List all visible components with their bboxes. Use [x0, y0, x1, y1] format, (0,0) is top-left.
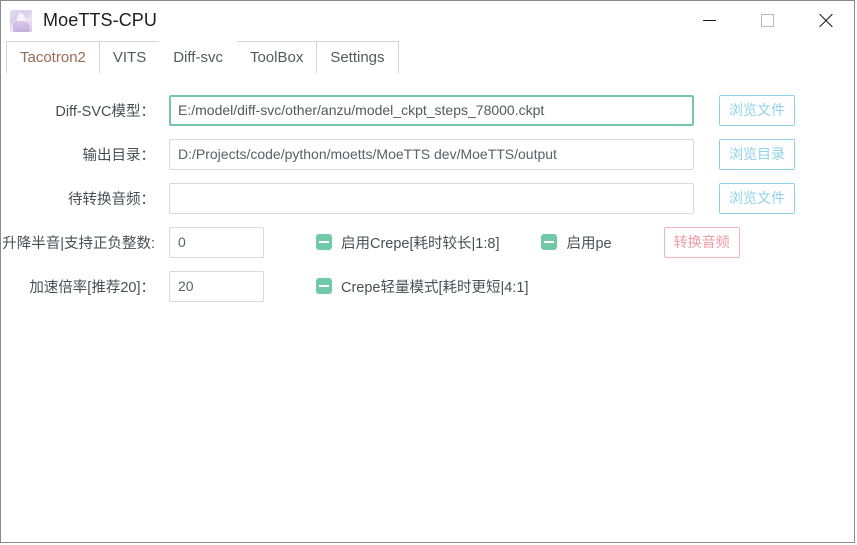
- form-row-output: 输出目录： 浏览目录: [1, 137, 854, 171]
- tab-toolbox[interactable]: ToolBox: [235, 41, 318, 73]
- form-row-audio: 待转换音频： 浏览文件: [1, 181, 854, 215]
- checkbox-indeterminate-icon: [316, 234, 332, 250]
- audio-path-input[interactable]: [169, 182, 694, 214]
- audio-input-label: 待转换音频：: [68, 191, 155, 208]
- tab-bar: Tacotron2 VITS Diff-svc ToolBox Settings: [1, 40, 854, 73]
- app-avatar-icon: [10, 9, 32, 32]
- checkbox-crepe-lite-mode-label: Crepe轻量模式[耗时更短|4:1]: [341, 279, 529, 296]
- model-path-label: Diff-SVC模型：: [55, 103, 155, 120]
- form-row-model: Diff-SVC模型： 浏览文件: [1, 93, 854, 127]
- maximize-icon: [760, 14, 774, 27]
- browse-model-button[interactable]: 浏览文件: [719, 94, 795, 126]
- tab-settings[interactable]: Settings: [316, 41, 399, 73]
- checkbox-indeterminate-icon: [541, 234, 558, 250]
- convert-audio-button[interactable]: 转换音频: [663, 226, 740, 258]
- maximize-button[interactable]: [738, 1, 796, 40]
- form-row-pitch: 升降半音|支持正负整数: 启用Crepe[耗时较长|1:8] 启用pe 转换音频: [1, 225, 854, 259]
- diff-svc-panel: Diff-SVC模型： 浏览文件 输出目录： 浏览目录 待转换音频： 浏览文件 …: [1, 73, 854, 542]
- close-icon: [817, 12, 834, 29]
- checkbox-crepe-lite-mode[interactable]: Crepe轻量模式[耗时更短|4:1]: [316, 276, 528, 297]
- checkbox-group-row2: Crepe轻量模式[耗时更短|4:1]: [316, 276, 528, 297]
- tab-tacotron2[interactable]: Tacotron2: [6, 41, 100, 73]
- checkbox-indeterminate-icon: [316, 278, 332, 294]
- pitch-shift-label: 升降半音|支持正负整数:: [2, 235, 155, 252]
- tab-diff-svc[interactable]: Diff-svc: [159, 41, 237, 73]
- checkbox-enable-pe-label: 启用pe: [566, 235, 612, 252]
- form-row-speedup: 加速倍率[推荐20]： Crepe轻量模式[耗时更短|4:1]: [1, 269, 854, 303]
- checkbox-enable-crepe-label: 启用Crepe[耗时较长|1:8]: [341, 235, 500, 252]
- checkbox-enable-crepe[interactable]: 启用Crepe[耗时较长|1:8]: [316, 232, 499, 253]
- window-controls: [680, 1, 854, 40]
- minimize-icon: [702, 20, 716, 21]
- minimize-button[interactable]: [680, 1, 738, 40]
- speedup-ratio-input[interactable]: [169, 270, 264, 302]
- browse-audio-button[interactable]: 浏览文件: [719, 182, 795, 214]
- app-window: MoeTTS-CPU Tacotron2 VITS Diff-svc ToolB…: [0, 0, 855, 543]
- checkbox-enable-pe[interactable]: 启用pe: [541, 232, 612, 253]
- speedup-ratio-label: 加速倍率[推荐20]：: [29, 279, 155, 296]
- model-path-input[interactable]: [169, 94, 694, 126]
- browse-output-button[interactable]: 浏览目录: [719, 138, 795, 170]
- close-button[interactable]: [796, 1, 854, 40]
- window-title: MoeTTS-CPU: [43, 10, 158, 30]
- checkbox-group-row1: 启用Crepe[耗时较长|1:8] 启用pe: [316, 232, 612, 253]
- pitch-shift-input[interactable]: [169, 226, 264, 258]
- output-dir-input[interactable]: [169, 138, 694, 170]
- output-dir-label: 输出目录：: [82, 147, 156, 164]
- tab-vits[interactable]: VITS: [98, 41, 161, 73]
- title-bar: MoeTTS-CPU: [1, 1, 854, 40]
